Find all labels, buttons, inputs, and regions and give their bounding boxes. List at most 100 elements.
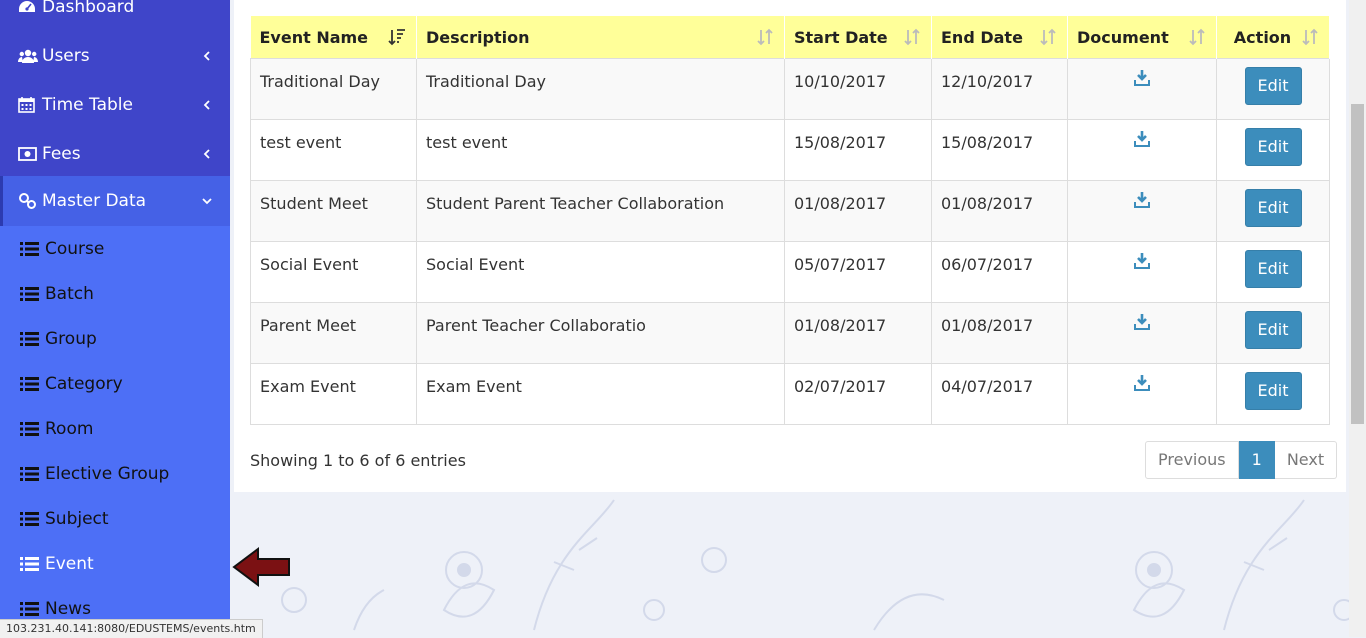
sidebar-item-course[interactable]: Course <box>0 226 230 271</box>
events-table: Event Name Description Start Date End Da… <box>250 16 1330 425</box>
download-icon[interactable] <box>1133 374 1151 396</box>
column-header-label: Action <box>1233 27 1292 47</box>
money-icon <box>18 145 38 163</box>
cell-event-name: Traditional Day <box>250 58 417 120</box>
sort-icon <box>757 28 773 46</box>
cell-end-date: 06/07/2017 <box>931 241 1068 303</box>
download-icon[interactable] <box>1133 69 1151 91</box>
cell-start-date: 05/07/2017 <box>784 241 932 303</box>
edit-button[interactable]: Edit <box>1244 189 1302 227</box>
cell-action: Edit <box>1216 363 1330 425</box>
sidebar-item-subject[interactable]: Subject <box>0 496 230 541</box>
chevron-left-icon <box>203 50 210 61</box>
table-row: test event test event 15/08/2017 15/08/2017… <box>250 119 1330 181</box>
cell-event-name: Student Meet <box>250 180 417 242</box>
cell-action: Edit <box>1216 180 1330 242</box>
sidebar-item-label: Room <box>45 418 94 439</box>
settings-icon <box>18 192 38 210</box>
column-header-label: Event Name <box>259 27 369 47</box>
cell-event-name: Parent Meet <box>250 302 417 364</box>
events-panel: Event Name Description Start Date End Da… <box>234 0 1346 492</box>
sidebar-item-time-table[interactable]: Time Table <box>0 80 230 129</box>
page-1-button[interactable]: 1 <box>1238 441 1275 479</box>
table-row: Traditional Day Traditional Day 10/10/2017… <box>250 58 1330 120</box>
list-icon <box>20 466 39 481</box>
edit-button[interactable]: Edit <box>1244 67 1302 105</box>
edit-button[interactable]: Edit <box>1244 128 1302 166</box>
cell-event-name: Exam Event <box>250 363 417 425</box>
sidebar-item-category[interactable]: Category <box>0 361 230 406</box>
chevron-left-icon <box>203 99 210 110</box>
next-page-button[interactable]: Next <box>1274 441 1338 479</box>
cell-document <box>1067 180 1217 242</box>
list-icon <box>20 376 39 391</box>
download-icon[interactable] <box>1133 313 1151 335</box>
download-icon[interactable] <box>1133 130 1151 152</box>
column-header-start-date[interactable]: Start Date <box>784 16 932 59</box>
sort-icon <box>1189 28 1205 46</box>
sidebar-item-elective-group[interactable]: Elective Group <box>0 451 230 496</box>
download-icon[interactable] <box>1133 252 1151 274</box>
sidebar-item-master-data[interactable]: Master Data <box>0 176 230 226</box>
cell-action: Edit <box>1216 58 1330 120</box>
table-row: Student Meet Student Parent Teacher Colla… <box>250 180 1330 242</box>
chevron-left-icon <box>203 148 210 159</box>
table-row: Exam Event Exam Event 02/07/2017 04/07/2017… <box>250 363 1330 425</box>
cell-document <box>1067 119 1217 181</box>
edit-button[interactable]: Edit <box>1244 311 1302 349</box>
list-icon <box>20 331 39 346</box>
sort-icon <box>904 28 920 46</box>
cell-document <box>1067 302 1217 364</box>
column-header-event-name[interactable]: Event Name <box>250 16 417 59</box>
scrollbar-thumb[interactable] <box>1351 104 1364 424</box>
sidebar-item-label: Event <box>45 553 94 574</box>
pagination: Previous 1 Next <box>1145 441 1338 479</box>
previous-page-button[interactable]: Previous <box>1145 441 1239 479</box>
cell-document <box>1067 241 1217 303</box>
background-pattern <box>281 499 1355 631</box>
cell-start-date: 02/07/2017 <box>784 363 932 425</box>
sidebar-item-label: Category <box>45 373 123 394</box>
sidebar-item-label: Fees <box>42 143 81 164</box>
download-icon[interactable] <box>1133 191 1151 213</box>
column-header-action[interactable]: Action <box>1216 16 1330 59</box>
sidebar-item-label: Time Table <box>42 94 133 115</box>
sidebar-item-room[interactable]: Room <box>0 406 230 451</box>
sidebar-item-label: Elective Group <box>45 463 170 484</box>
sidebar-item-dashboard[interactable]: Dashboard <box>0 0 230 31</box>
table-row: Social Event Social Event 05/07/2017 06/07/… <box>250 241 1330 303</box>
cell-description: Parent Teacher Collaboratio <box>416 302 785 364</box>
sidebar-item-event[interactable]: Event <box>0 541 230 586</box>
cell-description: Exam Event <box>416 363 785 425</box>
sidebar-item-batch[interactable]: Batch <box>0 271 230 316</box>
sidebar-item-label: Master Data <box>42 191 147 211</box>
column-header-label: Document <box>1077 27 1169 47</box>
sidebar-item-label: Dashboard <box>42 0 135 17</box>
sidebar-item-fees[interactable]: Fees <box>0 129 230 178</box>
cell-start-date: 01/08/2017 <box>784 180 932 242</box>
sidebar-item-group[interactable]: Group <box>0 316 230 361</box>
table-row: Parent Meet Parent Teacher Collaboratio 01… <box>250 302 1330 364</box>
cell-event-name: Social Event <box>250 241 417 303</box>
edit-button[interactable]: Edit <box>1244 250 1302 288</box>
column-header-description[interactable]: Description <box>416 16 785 59</box>
cell-start-date: 01/08/2017 <box>784 302 932 364</box>
sidebar-item-label: Course <box>45 238 105 259</box>
sidebar-item-users[interactable]: Users <box>0 31 230 80</box>
cell-end-date: 01/08/2017 <box>931 302 1068 364</box>
sort-icon <box>1302 28 1318 46</box>
dashboard-icon <box>18 0 38 16</box>
edit-button[interactable]: Edit <box>1244 372 1302 410</box>
list-icon <box>20 511 39 526</box>
column-header-label: End Date <box>941 27 1023 47</box>
column-header-document[interactable]: Document <box>1067 16 1217 59</box>
status-bar-url: 103.231.40.141:8080/EDUSTEMS/events.htm <box>0 619 263 638</box>
cell-document <box>1067 363 1217 425</box>
cell-description: test event <box>416 119 785 181</box>
cell-description: Student Parent Teacher Collaboration <box>416 180 785 242</box>
users-icon <box>18 47 38 65</box>
column-header-label: Start Date <box>794 27 888 47</box>
column-header-end-date[interactable]: End Date <box>931 16 1068 59</box>
vertical-scrollbar[interactable] <box>1349 0 1366 637</box>
table-info: Showing 1 to 6 of 6 entries <box>250 451 466 470</box>
